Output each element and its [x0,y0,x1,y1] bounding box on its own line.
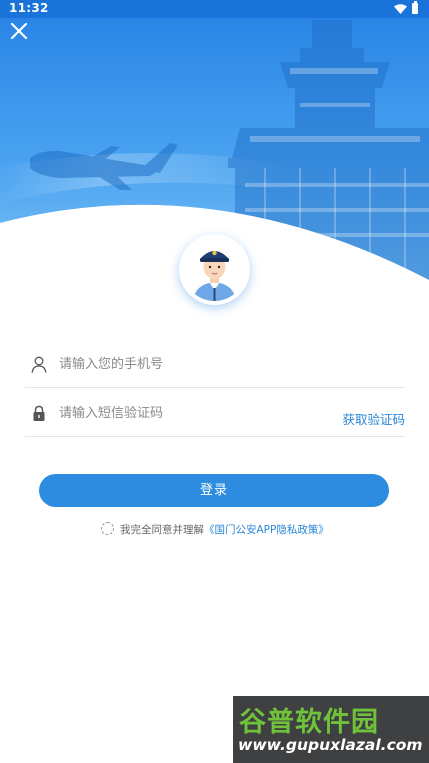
radio-icon[interactable] [101,522,114,535]
wifi-icon [394,4,407,14]
user-icon [31,356,47,373]
watermark: 谷普软件园 www.gupuxlazal.com [233,696,429,763]
close-button[interactable] [6,18,32,44]
phone-input[interactable] [59,352,359,376]
close-icon [10,22,28,40]
get-code-button[interactable]: 获取验证码 [342,409,405,428]
lock-icon [33,405,45,421]
code-field-row: 获取验证码 [25,391,405,437]
status-time: 11:32 [9,1,49,15]
avatar [179,234,250,305]
battery-icon [412,1,418,14]
police-officer-avatar-icon [183,238,246,301]
watermark-url: www.gupuxlazal.com [238,736,423,754]
sms-code-input[interactable] [59,401,359,425]
agreement-text: 我完全同意并理解 [120,524,204,536]
login-button[interactable]: 登录 [39,474,389,507]
status-bar: 11:32 [0,0,429,18]
phone-field-row [25,342,405,388]
watermark-brand: 谷普软件园 [239,707,379,738]
privacy-policy-link[interactable]: 《国门公安APP隐私政策》 [204,524,329,536]
